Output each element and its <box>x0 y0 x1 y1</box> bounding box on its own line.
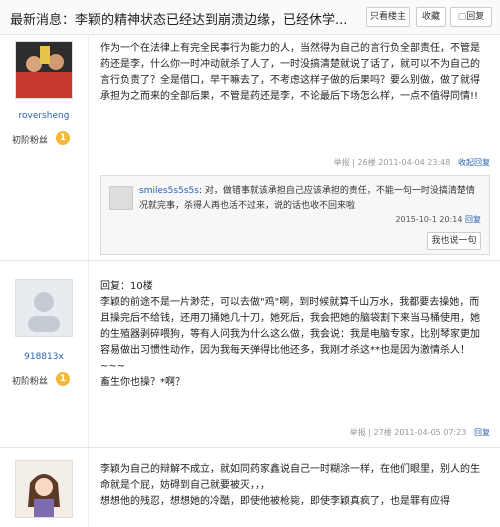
reply-link[interactable]: 回复 <box>465 215 481 224</box>
only-op-button[interactable]: 只看楼主 <box>366 7 410 27</box>
username[interactable]: 918813x <box>0 352 88 362</box>
user-sidebar <box>0 448 89 527</box>
avatar-image <box>16 42 72 98</box>
post-26: roversheng 初阶粉丝 1 作为一个在法律上有完全民事行为能力的人，当然… <box>0 35 500 261</box>
avatar[interactable] <box>15 460 73 518</box>
post-body-2: 想想他的残忍，想想她的冷酷，即使他被枪毙，即使李颖真疯了，也是罪有应得 <box>100 496 450 507</box>
post-content: 回复：10楼 李颖的前途不是一片渺茫，可以去做"鸡"啊，到时候就算千山万水，我都… <box>100 279 488 391</box>
user-rank: 初阶粉丝 <box>12 136 49 146</box>
user-sidebar: 918813x 初阶粉丝 1 <box>0 261 89 447</box>
report-link[interactable]: 举报 <box>350 428 366 437</box>
username[interactable]: roversheng <box>0 111 88 121</box>
reply-time: 2015-10-1 20:14 <box>395 215 463 224</box>
post-meta: 举报 | 26楼 2011-04-04 23:48 收起回复 <box>333 158 490 167</box>
favorite-button[interactable]: 收藏 <box>416 7 446 27</box>
say-something-button[interactable]: 我也说一句 <box>427 232 481 250</box>
reply-link[interactable]: 回复 <box>474 428 490 437</box>
post-content: 李颖为自己的辩解不成立，就如同药家鑫说自己一时糊涂一样，在他们眼里，别人的生命就… <box>100 462 488 510</box>
thread-header: 最新消息：李颖的精神状态已经达到崩溃边缘，已经休学... 只看楼主 收藏 ▢回复 <box>0 0 500 35</box>
avatar[interactable] <box>15 41 73 99</box>
reply-meta: 2015-10-1 20:14 回复 <box>395 214 481 225</box>
level-badge: 1 <box>56 131 70 145</box>
post-time: 2011-04-05 07:23 <box>394 428 467 437</box>
post-last-line: 畜生你也操？*啊？ <box>100 377 185 388</box>
thread-title: 最新消息：李颖的精神状态已经达到崩溃边缘，已经休学... <box>10 13 348 28</box>
user-rank: 初阶粉丝 <box>12 377 49 387</box>
floor-number: 27楼 <box>373 428 392 437</box>
reply-avatar[interactable] <box>109 186 133 210</box>
reply-to-line: 回复：10楼 <box>100 281 153 292</box>
reply-content: smiles5s5s5s: 对，做错事就该承担自己应该承担的责任，不能一句一时没… <box>139 186 475 211</box>
post-meta: 举报 | 27楼 2011-04-05 07:23 回复 <box>349 428 490 437</box>
post-time: 2011-04-04 23:48 <box>378 158 451 167</box>
anime-avatar-image <box>16 461 72 517</box>
user-sidebar: roversheng 初阶粉丝 1 <box>0 35 89 260</box>
default-avatar-icon <box>16 280 72 336</box>
collapse-reply-link[interactable]: 收起回复 <box>458 158 490 167</box>
reply-icon: ▢ <box>457 12 467 22</box>
post-28: 李颖为自己的辩解不成立，就如同药家鑫说自己一时糊涂一样，在他们眼里，别人的生命就… <box>0 448 500 527</box>
avatar[interactable] <box>15 279 73 337</box>
floor-number: 26楼 <box>357 158 376 167</box>
report-link[interactable]: 举报 <box>334 158 350 167</box>
reply-thread: smiles5s5s5s: 对，做错事就该承担自己应该承担的责任，不能一句一时没… <box>100 175 490 255</box>
post-27: 918813x 初阶粉丝 1 回复：10楼 李颖的前途不是一片渺茫，可以去做"鸡… <box>0 261 500 448</box>
reply-button[interactable]: ▢回复 <box>450 7 492 27</box>
post-separator: ~~~ <box>100 361 126 372</box>
post-body: 李颖的前途不是一片渺茫，可以去做"鸡"啊，到时候就算千山万水，我都要去操她，而且… <box>100 297 480 356</box>
post-content: 作为一个在法律上有完全民事行为能力的人，当然得为自己的言行负全部责任，不管是药还… <box>100 43 480 102</box>
post-body: 李颖为自己的辩解不成立，就如同药家鑫说自己一时糊涂一样，在他们眼里，别人的生命就… <box>100 464 480 491</box>
reply-username[interactable]: smiles5s5s5s <box>139 186 199 196</box>
level-badge: 1 <box>56 372 70 386</box>
